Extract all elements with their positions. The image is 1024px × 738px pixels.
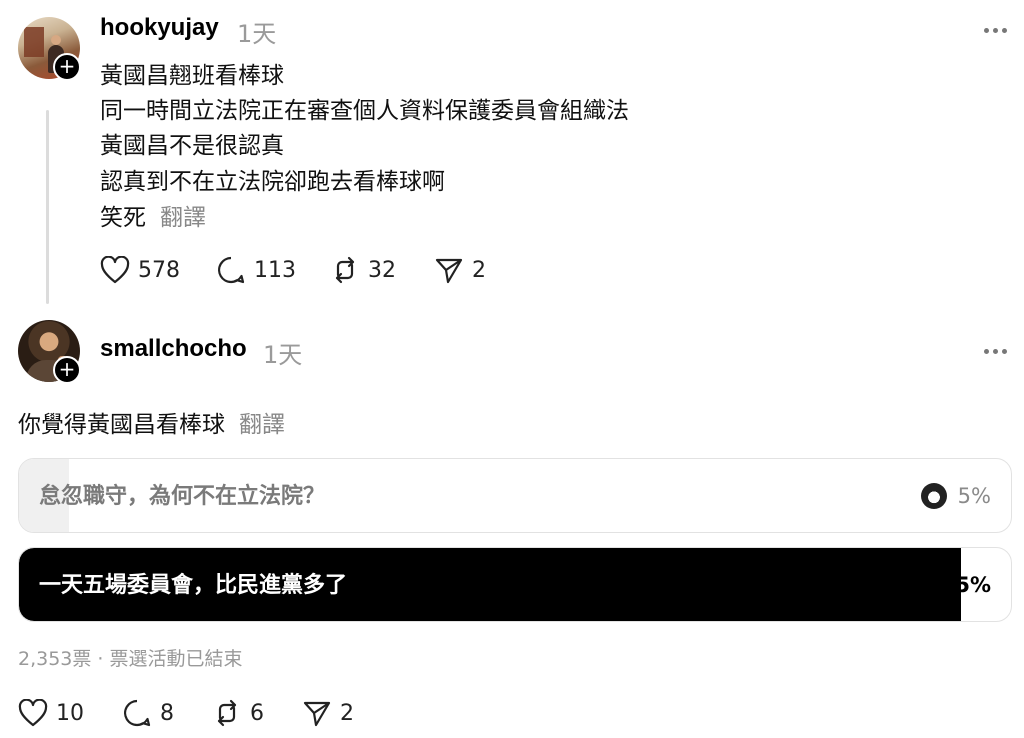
heart-icon: [18, 699, 48, 727]
share-count: 2: [340, 700, 354, 726]
follow-plus-icon[interactable]: +: [53, 356, 81, 384]
post-text-line: 你覺得黃國昌看棒球 翻譯: [18, 405, 285, 439]
more-options-icon[interactable]: [984, 346, 1012, 356]
username[interactable]: hookyujay: [100, 14, 219, 42]
reply-button[interactable]: 8: [122, 697, 174, 729]
send-icon: [303, 701, 331, 727]
post-time: 1天: [237, 20, 277, 48]
heart-icon: [100, 256, 130, 284]
thread-connector-line: [46, 110, 49, 304]
reply-count: 113: [254, 257, 296, 283]
poll-question: 你覺得黃國昌看棒球: [18, 412, 225, 438]
voter-avatar: [921, 483, 947, 509]
share-button[interactable]: 2: [434, 254, 486, 286]
like-button[interactable]: 578: [100, 254, 180, 286]
like-count: 10: [56, 700, 84, 726]
repost-count: 32: [368, 257, 396, 283]
comment-icon: [124, 699, 151, 727]
translate-link[interactable]: 翻譯: [239, 412, 285, 438]
poll-option-percent: 5%: [957, 484, 991, 508]
repost-icon: [335, 256, 355, 284]
poll-option[interactable]: 怠忽職守，為何不在立法院？ 5%: [18, 458, 1012, 533]
like-button[interactable]: 10: [18, 697, 84, 729]
threads-feed: + hookyujay 1天 黃國昌翹班看棒球 同一時間立法院正在審查個人資料保…: [0, 0, 1024, 738]
post-text-line: 笑死 翻譯: [100, 198, 206, 232]
post-text-line: 黃國昌不是很認真: [100, 133, 284, 159]
post-text-line: 黃國昌翹班看棒球: [100, 63, 284, 89]
poll-option-label: 一天五場委員會，比民進黨多了: [39, 573, 348, 598]
post-time: 1天: [263, 341, 303, 369]
translate-link[interactable]: 翻譯: [160, 205, 206, 231]
share-count: 2: [472, 257, 486, 283]
poll-meta: 2,353票 · 票選活動已結束: [18, 648, 243, 670]
repost-button[interactable]: 32: [330, 254, 396, 286]
repost-count: 6: [250, 700, 264, 726]
post-text-line: 同一時間立法院正在審查個人資料保護委員會組織法: [100, 98, 629, 124]
reply-button[interactable]: 113: [216, 254, 296, 286]
repost-button[interactable]: 6: [212, 697, 264, 729]
send-icon: [435, 258, 463, 284]
post-text-last: 笑死: [100, 205, 146, 231]
poll-option-label: 怠忽職守，為何不在立法院？: [39, 484, 326, 509]
repost-icon: [217, 699, 237, 727]
more-options-icon[interactable]: [984, 25, 1012, 35]
poll-option-percent: 95%: [940, 573, 991, 597]
username[interactable]: smallchocho: [100, 335, 247, 363]
comment-icon: [218, 256, 245, 284]
reply-count: 8: [160, 700, 174, 726]
follow-plus-icon[interactable]: +: [53, 53, 81, 81]
post-text-line: 認真到不在立法院卻跑去看棒球啊: [100, 169, 445, 195]
share-button[interactable]: 2: [302, 697, 354, 729]
like-count: 578: [138, 257, 180, 283]
poll-option[interactable]: 一天五場委員會，比民進黨多了 95%: [18, 547, 1012, 622]
